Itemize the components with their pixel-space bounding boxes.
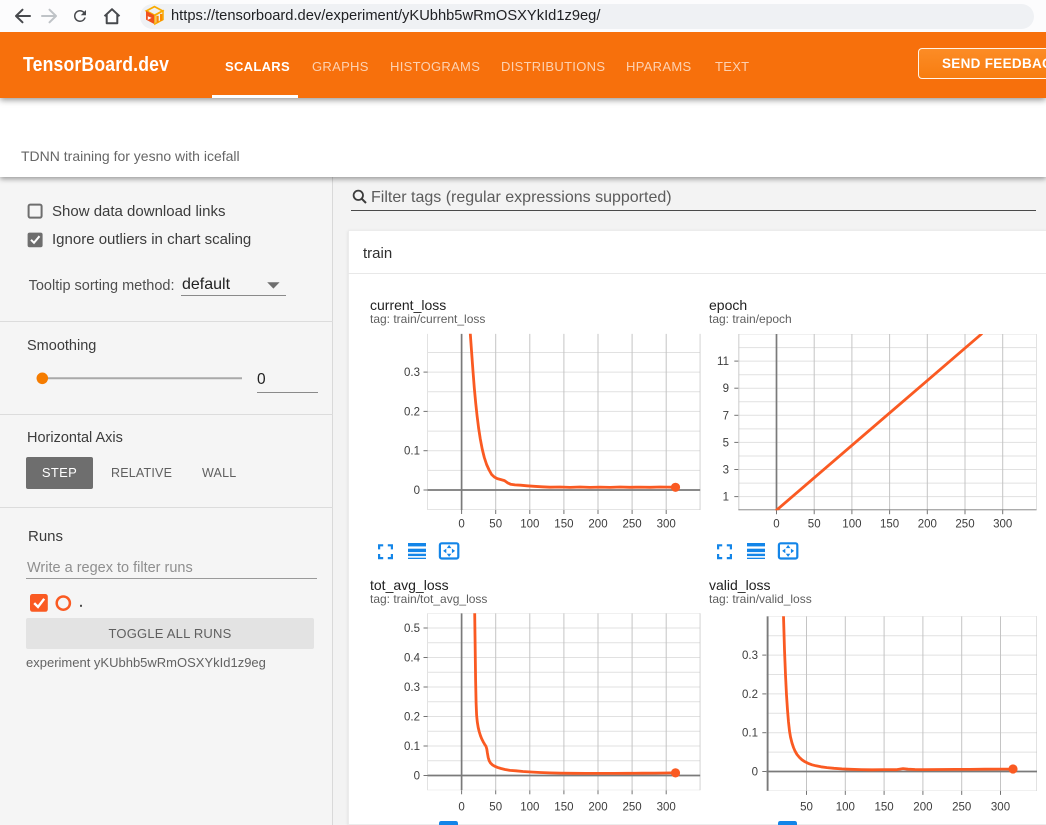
svg-text:0.1: 0.1 <box>404 446 420 458</box>
svg-text:7: 7 <box>723 410 729 422</box>
svg-text:50: 50 <box>489 802 502 814</box>
svg-text:50: 50 <box>800 802 813 814</box>
svg-text:150: 150 <box>554 519 573 531</box>
svg-text:9: 9 <box>723 383 729 395</box>
svg-text:0.2: 0.2 <box>742 689 758 701</box>
svg-text:0: 0 <box>773 519 779 531</box>
svg-text:250: 250 <box>952 802 971 814</box>
svg-text:150: 150 <box>875 802 894 814</box>
svg-text:3: 3 <box>723 465 729 477</box>
svg-text:200: 200 <box>918 519 937 531</box>
svg-text:200: 200 <box>588 802 607 814</box>
svg-text:150: 150 <box>880 519 899 531</box>
svg-text:0.2: 0.2 <box>404 406 420 418</box>
svg-text:300: 300 <box>993 519 1012 531</box>
svg-text:100: 100 <box>836 802 855 814</box>
svg-text:100: 100 <box>842 519 861 531</box>
svg-text:11: 11 <box>717 356 729 368</box>
svg-text:0: 0 <box>458 519 464 531</box>
svg-text:150: 150 <box>554 802 573 814</box>
svg-text:100: 100 <box>520 519 539 531</box>
svg-text:0: 0 <box>458 802 464 814</box>
svg-text:100: 100 <box>520 802 539 814</box>
svg-text:300: 300 <box>657 802 676 814</box>
svg-text:5: 5 <box>723 437 729 449</box>
svg-text:0.4: 0.4 <box>404 653 421 665</box>
svg-text:0: 0 <box>414 771 420 783</box>
svg-text:200: 200 <box>588 519 607 531</box>
svg-text:0.1: 0.1 <box>742 728 758 740</box>
svg-text:0.2: 0.2 <box>404 712 420 724</box>
svg-text:250: 250 <box>623 519 642 531</box>
svg-text:0.3: 0.3 <box>404 367 420 379</box>
svg-text:250: 250 <box>955 519 974 531</box>
svg-text:300: 300 <box>991 802 1010 814</box>
svg-text:0.3: 0.3 <box>404 682 420 694</box>
svg-text:0.1: 0.1 <box>404 741 420 753</box>
svg-text:0: 0 <box>752 767 758 779</box>
svg-text:0: 0 <box>414 485 420 497</box>
svg-text:50: 50 <box>808 519 821 531</box>
svg-text:0.3: 0.3 <box>742 650 758 662</box>
svg-text:0.5: 0.5 <box>404 623 420 635</box>
svg-text:200: 200 <box>913 802 932 814</box>
svg-text:1: 1 <box>723 492 729 504</box>
svg-text:300: 300 <box>657 519 676 531</box>
svg-text:250: 250 <box>623 802 642 814</box>
svg-text:50: 50 <box>489 519 502 531</box>
